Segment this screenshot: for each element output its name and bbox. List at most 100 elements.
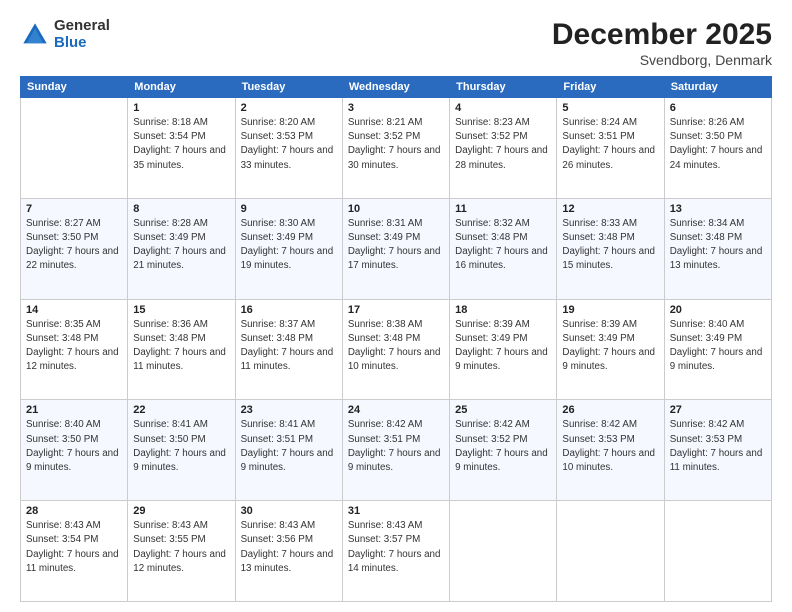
day-info: Sunrise: 8:39 AMSunset: 3:49 PMDaylight:… — [562, 318, 658, 375]
calendar-cell — [557, 501, 664, 602]
day-info: Sunrise: 8:34 AMSunset: 3:48 PMDaylight:… — [670, 217, 766, 274]
day-info: Sunrise: 8:43 AMSunset: 3:56 PMDaylight:… — [241, 519, 337, 576]
day-number: 7 — [26, 203, 122, 215]
day-number: 18 — [455, 304, 551, 316]
calendar-week-2: 7 Sunrise: 8:27 AMSunset: 3:50 PMDaylight… — [21, 198, 772, 299]
day-number: 17 — [348, 304, 444, 316]
calendar-cell: 27 Sunrise: 8:42 AMSunset: 3:53 PMDayligh… — [664, 400, 771, 501]
calendar-cell: 11 Sunrise: 8:32 AMSunset: 3:48 PMDayligh… — [450, 198, 557, 299]
day-info: Sunrise: 8:30 AMSunset: 3:49 PMDaylight:… — [241, 217, 337, 274]
calendar-cell: 20 Sunrise: 8:40 AMSunset: 3:49 PMDayligh… — [664, 299, 771, 400]
day-info: Sunrise: 8:27 AMSunset: 3:50 PMDaylight:… — [26, 217, 122, 274]
day-info: Sunrise: 8:31 AMSunset: 3:49 PMDaylight:… — [348, 217, 444, 274]
calendar-cell: 13 Sunrise: 8:34 AMSunset: 3:48 PMDayligh… — [664, 198, 771, 299]
calendar-cell: 24 Sunrise: 8:42 AMSunset: 3:51 PMDayligh… — [342, 400, 449, 501]
day-info: Sunrise: 8:24 AMSunset: 3:51 PMDaylight:… — [562, 116, 658, 173]
calendar-cell: 5 Sunrise: 8:24 AMSunset: 3:51 PMDaylight… — [557, 98, 664, 199]
day-info: Sunrise: 8:28 AMSunset: 3:49 PMDaylight:… — [133, 217, 229, 274]
day-info: Sunrise: 8:41 AMSunset: 3:50 PMDaylight:… — [133, 418, 229, 475]
day-info: Sunrise: 8:41 AMSunset: 3:51 PMDaylight:… — [241, 418, 337, 475]
day-number: 11 — [455, 203, 551, 215]
logo: General Blue — [20, 18, 110, 51]
day-number: 14 — [26, 304, 122, 316]
weekday-header-monday: Monday — [128, 77, 235, 98]
day-info: Sunrise: 8:23 AMSunset: 3:52 PMDaylight:… — [455, 116, 551, 173]
calendar-cell: 30 Sunrise: 8:43 AMSunset: 3:56 PMDayligh… — [235, 501, 342, 602]
month-title: December 2025 — [552, 18, 772, 52]
calendar-cell: 15 Sunrise: 8:36 AMSunset: 3:48 PMDayligh… — [128, 299, 235, 400]
calendar-cell — [664, 501, 771, 602]
calendar-cell: 18Sunrise: 8:39 AMSunset: 3:49 PMDayligh… — [450, 299, 557, 400]
location-title: Svendborg, Denmark — [552, 52, 772, 68]
day-number: 4 — [455, 102, 551, 114]
weekday-header-saturday: Saturday — [664, 77, 771, 98]
calendar-cell: 12 Sunrise: 8:33 AMSunset: 3:48 PMDayligh… — [557, 198, 664, 299]
calendar-cell: 16 Sunrise: 8:37 AMSunset: 3:48 PMDayligh… — [235, 299, 342, 400]
day-number: 9 — [241, 203, 337, 215]
day-number: 1 — [133, 102, 229, 114]
day-number: 10 — [348, 203, 444, 215]
day-info: Sunrise: 8:43 AMSunset: 3:54 PMDaylight:… — [26, 519, 122, 576]
calendar-cell: 23 Sunrise: 8:41 AMSunset: 3:51 PMDayligh… — [235, 400, 342, 501]
day-number: 27 — [670, 404, 766, 416]
weekday-header-friday: Friday — [557, 77, 664, 98]
day-number: 8 — [133, 203, 229, 215]
logo-blue-label: Blue — [54, 35, 110, 52]
calendar-cell: 26Sunrise: 8:42 AMSunset: 3:53 PMDayligh… — [557, 400, 664, 501]
day-number: 19 — [562, 304, 658, 316]
calendar-week-3: 14 Sunrise: 8:35 AMSunset: 3:48 PMDayligh… — [21, 299, 772, 400]
day-number: 15 — [133, 304, 229, 316]
day-number: 22 — [133, 404, 229, 416]
day-number: 12 — [562, 203, 658, 215]
day-info: Sunrise: 8:35 AMSunset: 3:48 PMDaylight:… — [26, 318, 122, 375]
day-number: 16 — [241, 304, 337, 316]
calendar-cell: 1 Sunrise: 8:18 AMSunset: 3:54 PMDaylight… — [128, 98, 235, 199]
weekday-header-thursday: Thursday — [450, 77, 557, 98]
day-info: Sunrise: 8:37 AMSunset: 3:48 PMDaylight:… — [241, 318, 337, 375]
calendar-table: SundayMondayTuesdayWednesdayThursdayFrid… — [20, 76, 772, 602]
calendar-cell: 28 Sunrise: 8:43 AMSunset: 3:54 PMDayligh… — [21, 501, 128, 602]
calendar-cell: 8 Sunrise: 8:28 AMSunset: 3:49 PMDaylight… — [128, 198, 235, 299]
calendar-cell: 2 Sunrise: 8:20 AMSunset: 3:53 PMDaylight… — [235, 98, 342, 199]
calendar-cell: 6Sunrise: 8:26 AMSunset: 3:50 PMDaylight… — [664, 98, 771, 199]
day-info: Sunrise: 8:32 AMSunset: 3:48 PMDaylight:… — [455, 217, 551, 274]
calendar-cell: 7 Sunrise: 8:27 AMSunset: 3:50 PMDaylight… — [21, 198, 128, 299]
day-info: Sunrise: 8:18 AMSunset: 3:54 PMDaylight:… — [133, 116, 229, 173]
calendar-cell: 4 Sunrise: 8:23 AMSunset: 3:52 PMDaylight… — [450, 98, 557, 199]
day-info: Sunrise: 8:20 AMSunset: 3:53 PMDaylight:… — [241, 116, 337, 173]
day-info: Sunrise: 8:42 AMSunset: 3:53 PMDaylight:… — [562, 418, 658, 475]
logo-text: General Blue — [54, 18, 110, 51]
calendar-cell: 29Sunrise: 8:43 AMSunset: 3:55 PMDayligh… — [128, 501, 235, 602]
day-number: 13 — [670, 203, 766, 215]
day-info: Sunrise: 8:43 AMSunset: 3:57 PMDaylight:… — [348, 519, 444, 576]
calendar-cell: 3 Sunrise: 8:21 AMSunset: 3:52 PMDaylight… — [342, 98, 449, 199]
header: General Blue December 2025 Svendborg, De… — [20, 18, 772, 68]
day-number: 31 — [348, 505, 444, 517]
day-number: 23 — [241, 404, 337, 416]
calendar-cell: 21Sunrise: 8:40 AMSunset: 3:50 PMDayligh… — [21, 400, 128, 501]
day-info: Sunrise: 8:38 AMSunset: 3:48 PMDaylight:… — [348, 318, 444, 375]
calendar-cell: 17 Sunrise: 8:38 AMSunset: 3:48 PMDayligh… — [342, 299, 449, 400]
day-number: 24 — [348, 404, 444, 416]
weekday-header-wednesday: Wednesday — [342, 77, 449, 98]
weekday-header-tuesday: Tuesday — [235, 77, 342, 98]
calendar-cell — [450, 501, 557, 602]
day-number: 5 — [562, 102, 658, 114]
day-info: Sunrise: 8:26 AMSunset: 3:50 PMDaylight:… — [670, 116, 766, 173]
calendar-cell: 25Sunrise: 8:42 AMSunset: 3:52 PMDayligh… — [450, 400, 557, 501]
calendar-week-5: 28 Sunrise: 8:43 AMSunset: 3:54 PMDayligh… — [21, 501, 772, 602]
day-info: Sunrise: 8:36 AMSunset: 3:48 PMDaylight:… — [133, 318, 229, 375]
day-info: Sunrise: 8:33 AMSunset: 3:48 PMDaylight:… — [562, 217, 658, 274]
day-number: 20 — [670, 304, 766, 316]
calendar-cell: 14 Sunrise: 8:35 AMSunset: 3:48 PMDayligh… — [21, 299, 128, 400]
day-number: 30 — [241, 505, 337, 517]
day-number: 28 — [26, 505, 122, 517]
day-info: Sunrise: 8:21 AMSunset: 3:52 PMDaylight:… — [348, 116, 444, 173]
day-number: 29 — [133, 505, 229, 517]
day-info: Sunrise: 8:40 AMSunset: 3:49 PMDaylight:… — [670, 318, 766, 375]
day-number: 3 — [348, 102, 444, 114]
day-info: Sunrise: 8:40 AMSunset: 3:50 PMDaylight:… — [26, 418, 122, 475]
day-info: Sunrise: 8:42 AMSunset: 3:53 PMDaylight:… — [670, 418, 766, 475]
day-info: Sunrise: 8:42 AMSunset: 3:51 PMDaylight:… — [348, 418, 444, 475]
day-number: 2 — [241, 102, 337, 114]
